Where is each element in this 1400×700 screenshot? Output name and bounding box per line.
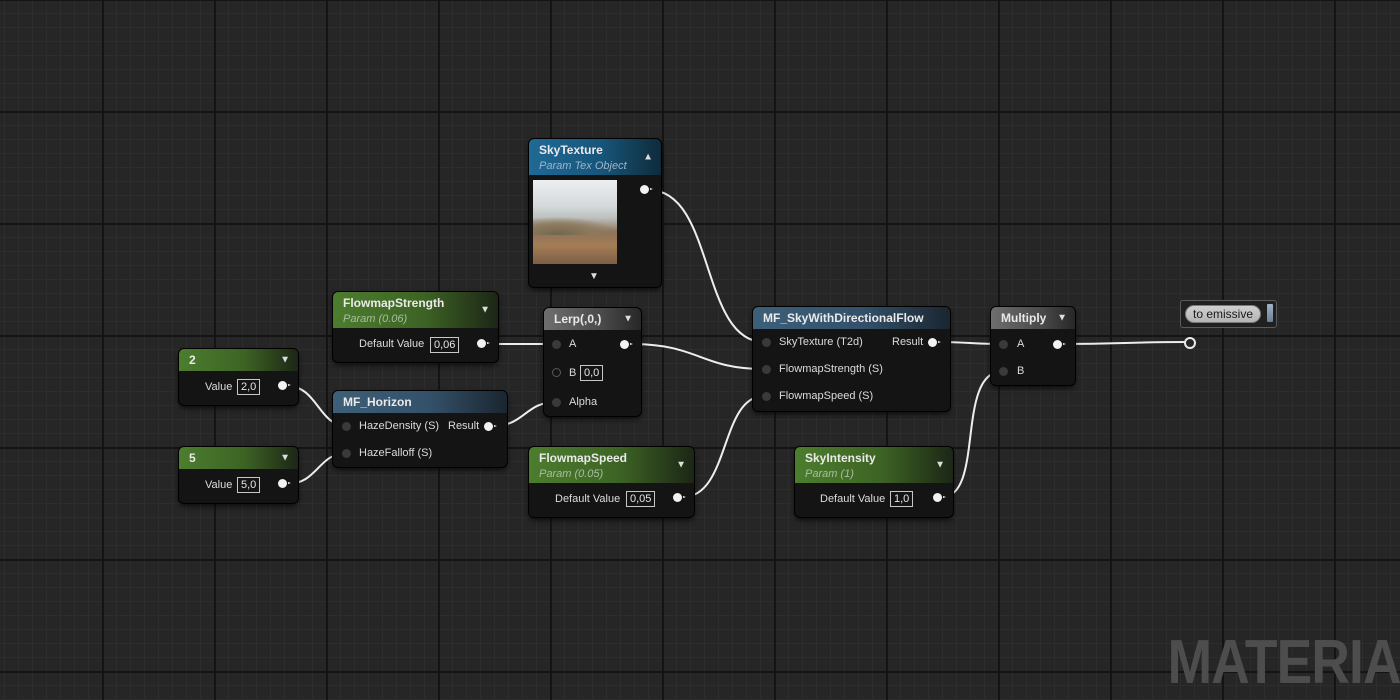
texture-thumbnail bbox=[533, 180, 617, 264]
node-title: 2 bbox=[189, 353, 196, 367]
input-pin-icon[interactable] bbox=[552, 340, 561, 349]
default-value-field[interactable]: 1,0 bbox=[890, 491, 914, 507]
node-title: FlowmapSpeed bbox=[539, 451, 628, 465]
chevron-down-icon[interactable]: ▼ bbox=[935, 460, 945, 471]
pin-label-result: Result bbox=[448, 420, 480, 432]
node-flowmap-speed[interactable]: FlowmapSpeed Param (0.05) ▼ Default Valu… bbox=[529, 447, 694, 517]
output-pin-icon[interactable] bbox=[928, 338, 941, 347]
output-pin-icon[interactable] bbox=[620, 340, 633, 349]
wire-multiply-to-reroute bbox=[1062, 341, 1189, 345]
node-mf-sky-with-directional-flow[interactable]: MF_SkyWithDirectionalFlow SkyTexture (T2… bbox=[753, 307, 950, 411]
value-field[interactable]: 5,0 bbox=[237, 477, 261, 493]
reroute-pin-icon[interactable] bbox=[1184, 337, 1196, 349]
output-pin-icon[interactable] bbox=[1053, 340, 1066, 349]
row-label: Default Value bbox=[555, 493, 621, 505]
chevron-down-icon[interactable]: ▼ bbox=[589, 271, 599, 282]
node-title: Multiply bbox=[1001, 311, 1047, 325]
node-header[interactable]: SkyTexture Param Tex Object ▲ bbox=[529, 139, 661, 175]
default-value-field[interactable]: 0,06 bbox=[430, 337, 460, 353]
output-pin-icon[interactable] bbox=[484, 422, 497, 431]
chevron-down-icon[interactable]: ▼ bbox=[280, 453, 290, 464]
wire-flowmapspeed-to-mfsky bbox=[682, 395, 765, 498]
node-sky-intensity[interactable]: SkyIntensity Param (1) ▼ Default Value 1… bbox=[795, 447, 953, 517]
chevron-down-icon[interactable]: ▼ bbox=[676, 460, 686, 471]
chevron-up-icon[interactable]: ▲ bbox=[643, 152, 653, 163]
input-pin-icon[interactable] bbox=[762, 392, 771, 401]
node-header[interactable]: MF_Horizon bbox=[333, 391, 507, 413]
node-header[interactable]: 2 ▼ bbox=[179, 349, 298, 371]
node-subtitle: Param (0.06) bbox=[343, 313, 408, 325]
node-title: SkyTexture bbox=[539, 143, 603, 157]
chevron-down-icon[interactable]: ▼ bbox=[1057, 313, 1067, 324]
output-pin-icon[interactable] bbox=[278, 381, 291, 390]
pin-label: SkyTexture (T2d) bbox=[779, 336, 863, 348]
row-label: Value bbox=[205, 381, 233, 393]
node-subtitle: Param Tex Object bbox=[539, 160, 627, 172]
chevron-down-icon[interactable]: ▼ bbox=[480, 305, 490, 316]
row-label: Value bbox=[205, 479, 233, 491]
pin-b-value-field[interactable]: 0,0 bbox=[580, 365, 604, 381]
pin-label: HazeDensity (S) bbox=[359, 420, 440, 432]
node-header[interactable]: 5 ▼ bbox=[179, 447, 298, 469]
node-header[interactable]: MF_SkyWithDirectionalFlow bbox=[753, 307, 950, 329]
node-sky-texture[interactable]: SkyTexture Param Tex Object ▲ ▼ bbox=[529, 139, 661, 287]
output-pin-icon[interactable] bbox=[673, 493, 686, 502]
wire-skytexture-to-mfsky bbox=[648, 189, 765, 343]
pin-label-a: A bbox=[1017, 338, 1025, 350]
reroute-node[interactable]: to emissive bbox=[1180, 300, 1277, 328]
input-pin-icon[interactable] bbox=[999, 340, 1008, 349]
node-title: SkyIntensity bbox=[805, 451, 876, 465]
output-pin-icon[interactable] bbox=[933, 493, 946, 502]
pin-label: HazeFalloff (S) bbox=[359, 447, 433, 459]
value-field[interactable]: 2,0 bbox=[237, 379, 261, 395]
row-label: Default Value bbox=[820, 493, 886, 505]
node-title: MF_Horizon bbox=[343, 395, 412, 409]
node-header[interactable]: Lerp(,0,) ▼ bbox=[544, 308, 641, 330]
watermark: MATERIAL bbox=[1167, 628, 1400, 697]
node-mf-horizon[interactable]: MF_Horizon HazeDensity (S) Result HazeFa… bbox=[333, 391, 507, 467]
node-header[interactable]: Multiply ▼ bbox=[991, 307, 1075, 329]
input-pin-icon[interactable] bbox=[762, 338, 771, 347]
node-title: Lerp(,0,) bbox=[554, 312, 602, 326]
node-flowmap-strength[interactable]: FlowmapStrength Param (0.06) ▼ Default V… bbox=[333, 292, 498, 362]
input-pin-icon[interactable] bbox=[552, 368, 561, 377]
pin-label-a: A bbox=[569, 338, 577, 350]
input-pin-icon[interactable] bbox=[552, 398, 561, 407]
node-multiply[interactable]: Multiply ▼ A B bbox=[991, 307, 1075, 385]
node-header[interactable]: SkyIntensity Param (1) ▼ bbox=[795, 447, 953, 483]
node-lerp[interactable]: Lerp(,0,) ▼ A B 0,0 Alpha bbox=[544, 308, 641, 416]
pin-label-b: B bbox=[569, 367, 577, 379]
node-title: MF_SkyWithDirectionalFlow bbox=[763, 311, 924, 325]
input-pin-icon[interactable] bbox=[342, 449, 351, 458]
node-constant-5[interactable]: 5 ▼ Value 5,0 bbox=[179, 447, 298, 503]
pin-label: FlowmapSpeed (S) bbox=[779, 390, 874, 402]
chevron-down-icon[interactable]: ▼ bbox=[623, 314, 633, 325]
comment-handle-icon[interactable] bbox=[1267, 304, 1273, 322]
pin-label-alpha: Alpha bbox=[569, 396, 598, 408]
node-subtitle: Param (0.05) bbox=[539, 468, 604, 480]
pin-label-b: B bbox=[1017, 365, 1025, 377]
output-pin-icon[interactable] bbox=[278, 479, 291, 488]
row-label: Default Value bbox=[359, 338, 425, 350]
chevron-down-icon[interactable]: ▼ bbox=[280, 355, 290, 366]
input-pin-icon[interactable] bbox=[342, 422, 351, 431]
node-title: FlowmapStrength bbox=[343, 296, 445, 310]
reroute-label: to emissive bbox=[1185, 305, 1262, 323]
input-pin-icon[interactable] bbox=[999, 367, 1008, 376]
output-pin-icon[interactable] bbox=[477, 339, 490, 348]
node-title: 5 bbox=[189, 451, 196, 465]
node-header[interactable]: FlowmapStrength Param (0.06) ▼ bbox=[333, 292, 498, 328]
default-value-field[interactable]: 0,05 bbox=[626, 491, 656, 507]
output-pin-icon[interactable] bbox=[640, 185, 653, 194]
node-subtitle: Param (1) bbox=[805, 468, 854, 480]
wire-lerp-to-mfsky bbox=[629, 343, 765, 370]
node-header[interactable]: FlowmapSpeed Param (0.05) ▼ bbox=[529, 447, 694, 483]
node-constant-2[interactable]: 2 ▼ Value 2,0 bbox=[179, 349, 298, 405]
input-pin-icon[interactable] bbox=[762, 365, 771, 374]
pin-label-result: Result bbox=[892, 336, 924, 348]
pin-label: FlowmapStrength (S) bbox=[779, 363, 883, 375]
